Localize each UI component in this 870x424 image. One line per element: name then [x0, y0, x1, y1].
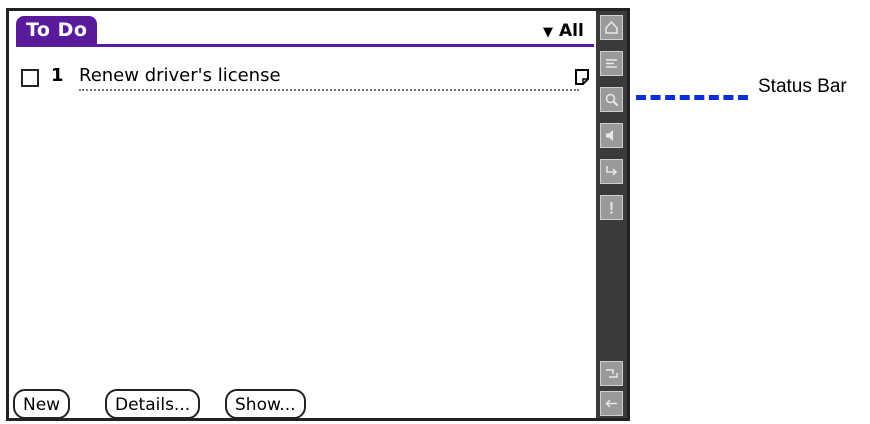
find-icon[interactable]	[600, 87, 623, 112]
show-button[interactable]: Show...	[225, 389, 306, 419]
speaker-icon[interactable]	[600, 123, 623, 148]
details-button[interactable]: Details...	[105, 389, 201, 419]
home-icon[interactable]	[600, 15, 623, 40]
status-bar-label: Status Bar	[758, 76, 847, 97]
status-bar	[596, 11, 627, 418]
category-label: All	[559, 21, 584, 41]
category-picker[interactable]: ▼ All	[543, 19, 584, 43]
palm-screen: To Do ▼ All 1 Renew driver's license New …	[6, 8, 630, 421]
title-underline	[16, 44, 594, 47]
todo-underline	[79, 89, 579, 91]
todo-priority[interactable]: 1	[51, 65, 64, 87]
menu-icon[interactable]	[600, 51, 623, 76]
new-button[interactable]: New	[13, 389, 71, 419]
keyboard-icon[interactable]	[600, 361, 623, 386]
note-icon[interactable]	[575, 69, 589, 85]
todo-text[interactable]: Renew driver's license	[79, 65, 281, 87]
todo-item[interactable]: 1 Renew driver's license	[21, 63, 591, 91]
app-title[interactable]: To Do	[16, 16, 98, 44]
dropdown-arrow-icon: ▼	[543, 25, 553, 40]
todo-checkbox[interactable]	[21, 69, 39, 87]
back-icon[interactable]	[600, 391, 623, 416]
alert-icon[interactable]	[600, 195, 623, 220]
callout-line	[636, 95, 748, 100]
beam-icon[interactable]	[600, 159, 623, 184]
